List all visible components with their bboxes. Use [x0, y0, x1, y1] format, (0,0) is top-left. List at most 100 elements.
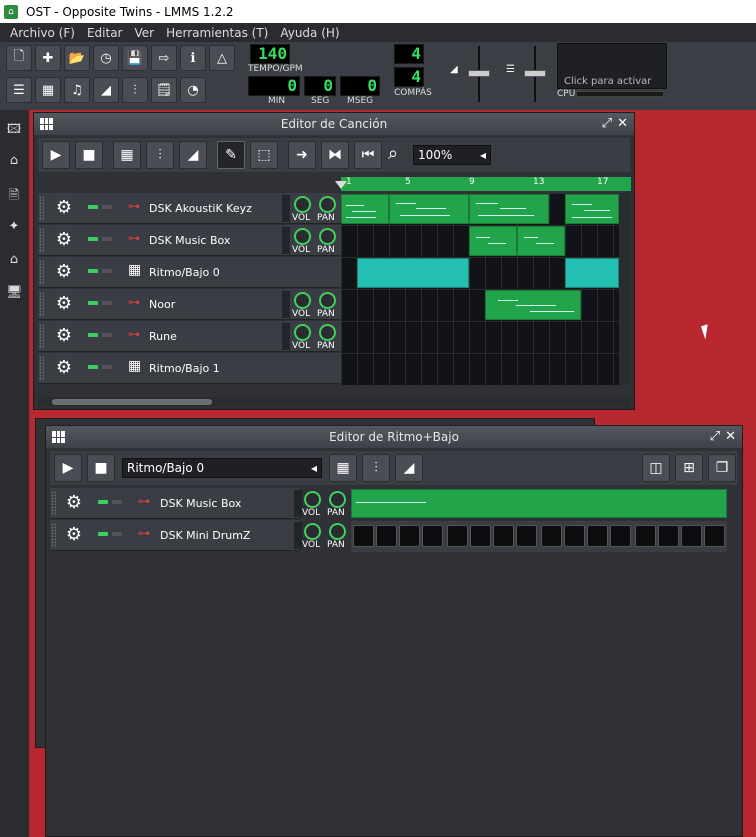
- drag-handle-icon[interactable]: [39, 292, 44, 317]
- my-presets-icon[interactable]: ✦: [6, 219, 22, 235]
- pan-knob[interactable]: [319, 196, 336, 213]
- zoom-select[interactable]: 100% ◂: [413, 145, 491, 165]
- play-icon[interactable]: ▶: [54, 454, 82, 482]
- step-button[interactable]: [658, 525, 679, 547]
- pattern-clip[interactable]: [485, 290, 581, 320]
- solo-led[interactable]: [112, 500, 122, 504]
- vertical-scrollbar[interactable]: [619, 193, 631, 385]
- pan-knob[interactable]: [319, 292, 336, 309]
- my-projects-icon[interactable]: ⌂: [6, 153, 22, 169]
- automation-editor-icon[interactable]: ◢: [93, 77, 119, 103]
- pattern-clip[interactable]: [469, 194, 549, 224]
- track-name[interactable]: Rune: [149, 330, 177, 343]
- pattern-clip[interactable]: [351, 489, 727, 518]
- master-volume-slider[interactable]: [468, 70, 490, 77]
- add-sample-track-icon[interactable]: ⫶: [146, 141, 174, 169]
- master-pitch-slider[interactable]: [524, 70, 546, 77]
- loop-points-icon[interactable]: ⧓: [321, 141, 349, 169]
- step-button[interactable]: [704, 525, 725, 547]
- menu-ayuda[interactable]: Ayuda (H): [280, 26, 339, 40]
- step-button[interactable]: [587, 525, 608, 547]
- oscilloscope[interactable]: Click para activar: [557, 43, 667, 89]
- timeline-ruler[interactable]: 1 5 9 13 17: [341, 177, 631, 191]
- mute-led[interactable]: [98, 532, 108, 536]
- track-name[interactable]: Ritmo/Bajo 0: [149, 266, 220, 279]
- maximize-icon[interactable]: ⤢: [602, 116, 612, 131]
- mute-led[interactable]: [88, 301, 98, 305]
- pattern-clip[interactable]: [517, 226, 565, 256]
- step-button[interactable]: [470, 525, 491, 547]
- drag-handle-icon[interactable]: [51, 491, 56, 516]
- my-samples-icon[interactable]: 🗎: [6, 186, 22, 203]
- pan-knob[interactable]: [319, 324, 336, 341]
- add-steps-icon[interactable]: ⊞: [675, 454, 703, 482]
- close-icon[interactable]: ✕: [617, 116, 628, 131]
- step-button[interactable]: [541, 525, 562, 547]
- step-button[interactable]: [681, 525, 702, 547]
- maximize-icon[interactable]: ⤢: [710, 429, 720, 444]
- step-button[interactable]: [493, 525, 514, 547]
- time-signature-denominator[interactable]: 4: [394, 67, 424, 87]
- beat-clip[interactable]: [357, 258, 469, 288]
- volume-knob[interactable]: [294, 228, 311, 245]
- open-project-icon[interactable]: 📂: [64, 45, 90, 71]
- track-name[interactable]: DSK Music Box: [160, 497, 241, 510]
- time-signature-numerator[interactable]: 4: [394, 44, 424, 64]
- pattern-select[interactable]: Ritmo/Bajo 0 ◂: [122, 458, 322, 478]
- tempo-display[interactable]: 140: [250, 44, 290, 64]
- volume-knob[interactable]: [294, 292, 311, 309]
- my-computer-icon[interactable]: 🖥: [6, 285, 23, 301]
- new-from-template-icon[interactable]: ✚: [35, 45, 61, 71]
- mute-led[interactable]: [88, 333, 98, 337]
- gear-icon[interactable]: ⚙: [54, 358, 74, 378]
- draw-mode-icon[interactable]: ✎: [217, 141, 245, 169]
- gear-icon[interactable]: ⚙: [64, 525, 84, 545]
- solo-led[interactable]: [102, 365, 112, 369]
- track-name[interactable]: Noor: [149, 298, 175, 311]
- solo-led[interactable]: [102, 237, 112, 241]
- stop-icon[interactable]: ■: [75, 141, 103, 169]
- drag-handle-icon[interactable]: [39, 356, 44, 381]
- menu-ver[interactable]: Ver: [134, 26, 154, 40]
- track-name[interactable]: DSK AkoustiK Keyz: [149, 202, 252, 215]
- whats-this-icon[interactable]: ℹ: [180, 45, 206, 71]
- pattern-clip[interactable]: [469, 226, 517, 256]
- new-project-icon[interactable]: 🗋: [6, 45, 32, 71]
- mute-led[interactable]: [88, 205, 98, 209]
- pan-knob[interactable]: [329, 523, 346, 540]
- close-icon[interactable]: ✕: [725, 429, 736, 444]
- menu-editar[interactable]: Editar: [87, 26, 123, 40]
- solo-led[interactable]: [112, 532, 122, 536]
- step-button[interactable]: [422, 525, 443, 547]
- song-arrangement-area[interactable]: [341, 193, 619, 385]
- export-project-icon[interactable]: ⇨: [151, 45, 177, 71]
- step-button[interactable]: [564, 525, 585, 547]
- solo-led[interactable]: [102, 269, 112, 273]
- add-automation-track-icon[interactable]: ◢: [395, 454, 423, 482]
- playhead-marker[interactable]: [335, 181, 347, 189]
- volume-knob[interactable]: [304, 523, 321, 540]
- drag-handle-icon[interactable]: [39, 324, 44, 349]
- step-button[interactable]: [376, 525, 397, 547]
- gear-icon[interactable]: ⚙: [54, 230, 74, 250]
- horizontal-scrollbar[interactable]: [38, 397, 630, 407]
- solo-led[interactable]: [102, 205, 112, 209]
- drag-handle-icon[interactable]: [39, 228, 44, 253]
- gear-icon[interactable]: ⚙: [54, 198, 74, 218]
- volume-knob[interactable]: [294, 324, 311, 341]
- gear-icon[interactable]: ⚙: [54, 326, 74, 346]
- save-project-icon[interactable]: 💾: [122, 45, 148, 71]
- step-button[interactable]: [353, 525, 374, 547]
- instrument-plugins-icon[interactable]: 🖾: [6, 120, 22, 137]
- remove-steps-icon[interactable]: ◫: [642, 454, 670, 482]
- recent-projects-icon[interactable]: ◷: [93, 45, 119, 71]
- gear-icon[interactable]: ⚙: [54, 262, 74, 282]
- menu-archivo[interactable]: Archivo (F): [10, 26, 75, 40]
- metronome-icon[interactable]: △: [209, 45, 235, 71]
- pan-knob[interactable]: [319, 228, 336, 245]
- auto-scroll-icon[interactable]: ➜: [288, 141, 316, 169]
- step-button[interactable]: [399, 525, 420, 547]
- menu-herramientas[interactable]: Herramientas (T): [166, 26, 268, 40]
- track-name[interactable]: DSK Music Box: [149, 234, 230, 247]
- gear-icon[interactable]: ⚙: [54, 294, 74, 314]
